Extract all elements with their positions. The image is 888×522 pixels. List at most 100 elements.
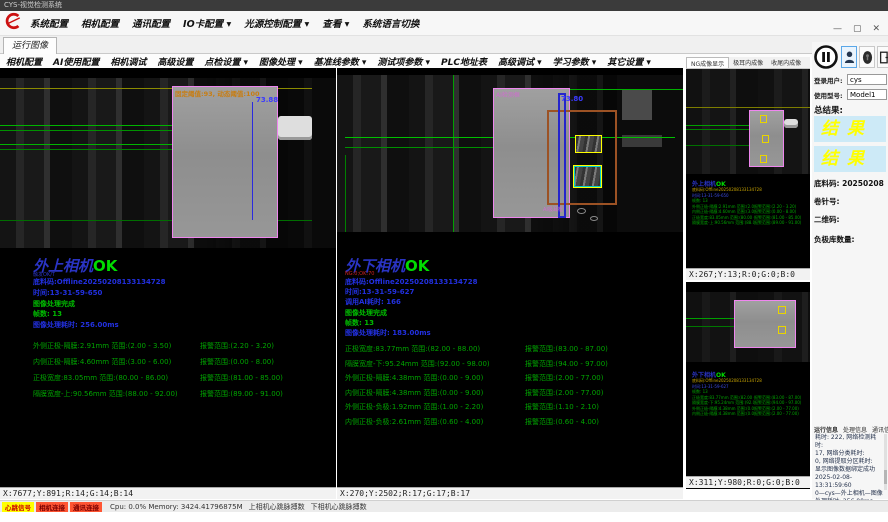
- tool-advanced-debug[interactable]: 高级调试 ▾: [498, 55, 542, 68]
- log-scrollbar-thumb[interactable]: [884, 470, 887, 484]
- threshold-label: 固定阈值:93, 动态阈值:100: [175, 88, 260, 98]
- mini-tab-tail-inner[interactable]: 收尾内成像: [767, 57, 805, 68]
- lower-camera-panel: AI检测框 73.80 AI极耳框 外下相机OK NG:0;OK:70 底料码:…: [337, 68, 683, 499]
- log-line: 17, 网络分类耗时:: [815, 450, 883, 458]
- tool-test-params[interactable]: 测试项参数 ▾: [377, 55, 430, 68]
- measurement-value: 外侧正极-隔膜:4.38mm 范围:(0.00 - 9.00): [345, 373, 525, 383]
- tool-camera-config[interactable]: 相机配置: [6, 55, 42, 68]
- mini-tab-tab-inner[interactable]: 极耳内成像: [729, 57, 767, 68]
- info-tab-process[interactable]: 处理信息: [843, 425, 867, 434]
- tool-camera-debug[interactable]: 相机调试: [110, 55, 146, 68]
- tab-clip: [278, 116, 312, 140]
- measurement-list: 外侧正极-隔膜:2.91mm 范围:(2.00 - 3.50) 报警范围:(2.…: [33, 341, 333, 405]
- ai-time-line: 调用AI耗时: 166: [345, 297, 478, 307]
- pause-icon: [813, 44, 839, 70]
- model-input[interactable]: [847, 89, 887, 100]
- total-result-label: 总结果:: [814, 104, 843, 116]
- measurement-alarm: 报警范围:(0.60 - 4.00): [525, 417, 599, 427]
- measurement-alarm: 报警范围:(89.00 - 91.00): [754, 220, 801, 226]
- menu-view[interactable]: 查看 ▾: [322, 16, 349, 30]
- log-line: 显示图像数据绑定成功: [815, 466, 883, 474]
- window-title: CYS-视觉检测系统: [4, 1, 62, 9]
- pixel-coords-strip: X:311;Y:980;R:0;G:0;B:0: [686, 476, 810, 488]
- tab-roi-yellow: [778, 306, 786, 314]
- login-user-field: 登录用户:: [814, 74, 887, 85]
- measurement-value: 内侧正极-隔膜:4.38mm 范围:(0.00 - 9.00): [692, 411, 754, 417]
- close-button[interactable]: ✕: [872, 24, 880, 34]
- log-line: 2025-02-08-13:31:59:60: [815, 474, 883, 490]
- edge-line-green: [570, 89, 683, 90]
- measurement-alarm: 报警范围:(2.20 - 3.20): [200, 341, 274, 351]
- mini-camera-image[interactable]: [686, 292, 810, 362]
- measurement-alarm: 报警范围:(2.00 - 77.00): [525, 388, 603, 398]
- measurement-alarm: 报警范围:(94.00 - 97.00): [525, 359, 608, 369]
- tool-image-processing[interactable]: 图像处理 ▾: [259, 55, 303, 68]
- info-tab-comm[interactable]: 通讯信息: [872, 425, 888, 434]
- model-label: 使用型号:: [814, 90, 847, 100]
- tool-advanced-settings[interactable]: 高级设置: [157, 55, 193, 68]
- mini-tab-ng-display[interactable]: NG成像显示: [686, 57, 729, 68]
- measurement-row: 外侧正极-隔膜:2.91mm 范围:(2.00 - 3.50) 报警范围:(2.…: [33, 341, 333, 351]
- negative-stock-label: 负极库数量:: [814, 234, 855, 245]
- run-info-log: 耗时: 222, 网络检测耗时: 17, 网络分类耗时: 0, 网络提取分区耗时…: [815, 434, 883, 506]
- tab-roi-yellow: [760, 155, 767, 163]
- result-indicator-lower: 结果: [814, 146, 886, 172]
- lock-button[interactable]: [859, 46, 875, 68]
- baseline-yellow: [686, 107, 810, 108]
- menu-io-config[interactable]: IO卡配置 ▾: [183, 16, 231, 30]
- logout-icon: [879, 50, 888, 65]
- menu-light-config[interactable]: 光源控制配置 ▾: [244, 16, 309, 30]
- measurement-alarm: 报警范围:(0.00 - 8.00): [200, 357, 274, 367]
- tool-spot-check[interactable]: 点检设置 ▾: [204, 55, 248, 68]
- elapsed-line: 图像处理耗时: 256.00ms: [33, 320, 166, 331]
- measurement-value: 内侧正极-隔膜:4.38mm 范围:(0.00 - 9.00): [345, 388, 525, 398]
- measurement-value: 外侧正极-隔膜:2.91mm 范围:(2.00 - 3.50): [33, 341, 200, 351]
- tool-baseline-params[interactable]: 基准线参数 ▾: [314, 55, 367, 68]
- edge-line-green: [686, 318, 734, 319]
- mini-info-lines: 底料码:Offline20250208133134728 时间:13-31-59…: [692, 187, 806, 226]
- menu-system-config[interactable]: 系统配置: [30, 16, 68, 30]
- ai-box-label: AI检测框: [496, 90, 520, 99]
- image-dark-band: [312, 78, 336, 248]
- maximize-button[interactable]: ▢: [853, 24, 862, 34]
- info-tab-run[interactable]: 运行信息: [814, 425, 838, 434]
- log-scrollbar[interactable]: [884, 434, 887, 490]
- menu-camera-config[interactable]: 相机配置: [81, 16, 119, 30]
- ai-tab-label: AI极耳框: [543, 206, 563, 213]
- measurement-row: 隔膜宽度-上:90.56mm 范围:(88.00 - 92.00) 报警范围:(…: [33, 389, 333, 399]
- needle-label: 卷针号:: [814, 196, 840, 207]
- measurement-alarm: 报警范围:(81.00 - 85.00): [200, 373, 283, 383]
- mini-camera-image[interactable]: [686, 69, 810, 174]
- measurement-alarm: 报警范围:(89.00 - 91.00): [200, 389, 283, 399]
- edge-line-green: [686, 145, 749, 146]
- app-logo-icon: [4, 12, 22, 34]
- measurement-row: 隔膜宽度-下:95.24mm 范围:(92.00 - 98.00) 报警范围:(…: [345, 359, 680, 369]
- tool-plc-address[interactable]: PLC地址表: [441, 55, 487, 68]
- tab-roi-yellow: [573, 165, 602, 188]
- menubar: 系统配置 相机配置 通讯配置 IO卡配置 ▾ 光源控制配置 ▾ 查看 ▾ 系统语…: [0, 11, 888, 36]
- lower-camera-image[interactable]: AI检测框 73.80 AI极耳框: [337, 75, 683, 232]
- edge-line-green: [0, 149, 172, 150]
- pause-button[interactable]: [813, 44, 839, 70]
- tool-ai-config[interactable]: AI使用配置: [53, 55, 99, 68]
- menu-comm-config[interactable]: 通讯配置: [132, 16, 170, 30]
- frame-line: 帧数: 13: [33, 309, 166, 320]
- menu-language-switch[interactable]: 系统语言切换: [362, 16, 419, 30]
- upper-camera-heartbeat-text: 上相机心跳脉搏数: [249, 502, 305, 512]
- exit-button[interactable]: [877, 46, 888, 68]
- minimize-button[interactable]: —: [833, 24, 842, 34]
- tool-other-settings[interactable]: 其它设置 ▾: [607, 55, 651, 68]
- upper-camera-panel: 固定阈值:93, 动态阈值:100 73.88 外上相机OK 触发OK/T 底料…: [0, 68, 336, 499]
- tab-row: 运行图像: [0, 36, 888, 54]
- barcode-line: 底料码:Offline20250208133134728: [345, 277, 478, 287]
- tool-learning-params[interactable]: 学习参数 ▾: [553, 55, 597, 68]
- login-user-input[interactable]: [847, 74, 887, 85]
- login-user-label: 登录用户:: [814, 75, 847, 85]
- pixel-coords-strip: X:270;Y:2502;R:17;G:17;B:17: [337, 487, 683, 499]
- user-button[interactable]: [841, 46, 857, 68]
- upper-camera-image[interactable]: 固定阈值:93, 动态阈值:100 73.88: [0, 78, 336, 248]
- tab-run-image[interactable]: 运行图像: [3, 37, 57, 54]
- cpu-memory-text: Cpu: 0.0% Memory: 3424.41796875M: [110, 503, 243, 511]
- measure-bar-blue: [558, 93, 566, 218]
- measurement-row: 外侧正极-负极:1.92mm 范围:(1.00 - 2.20) 报警范围:(1.…: [345, 402, 680, 412]
